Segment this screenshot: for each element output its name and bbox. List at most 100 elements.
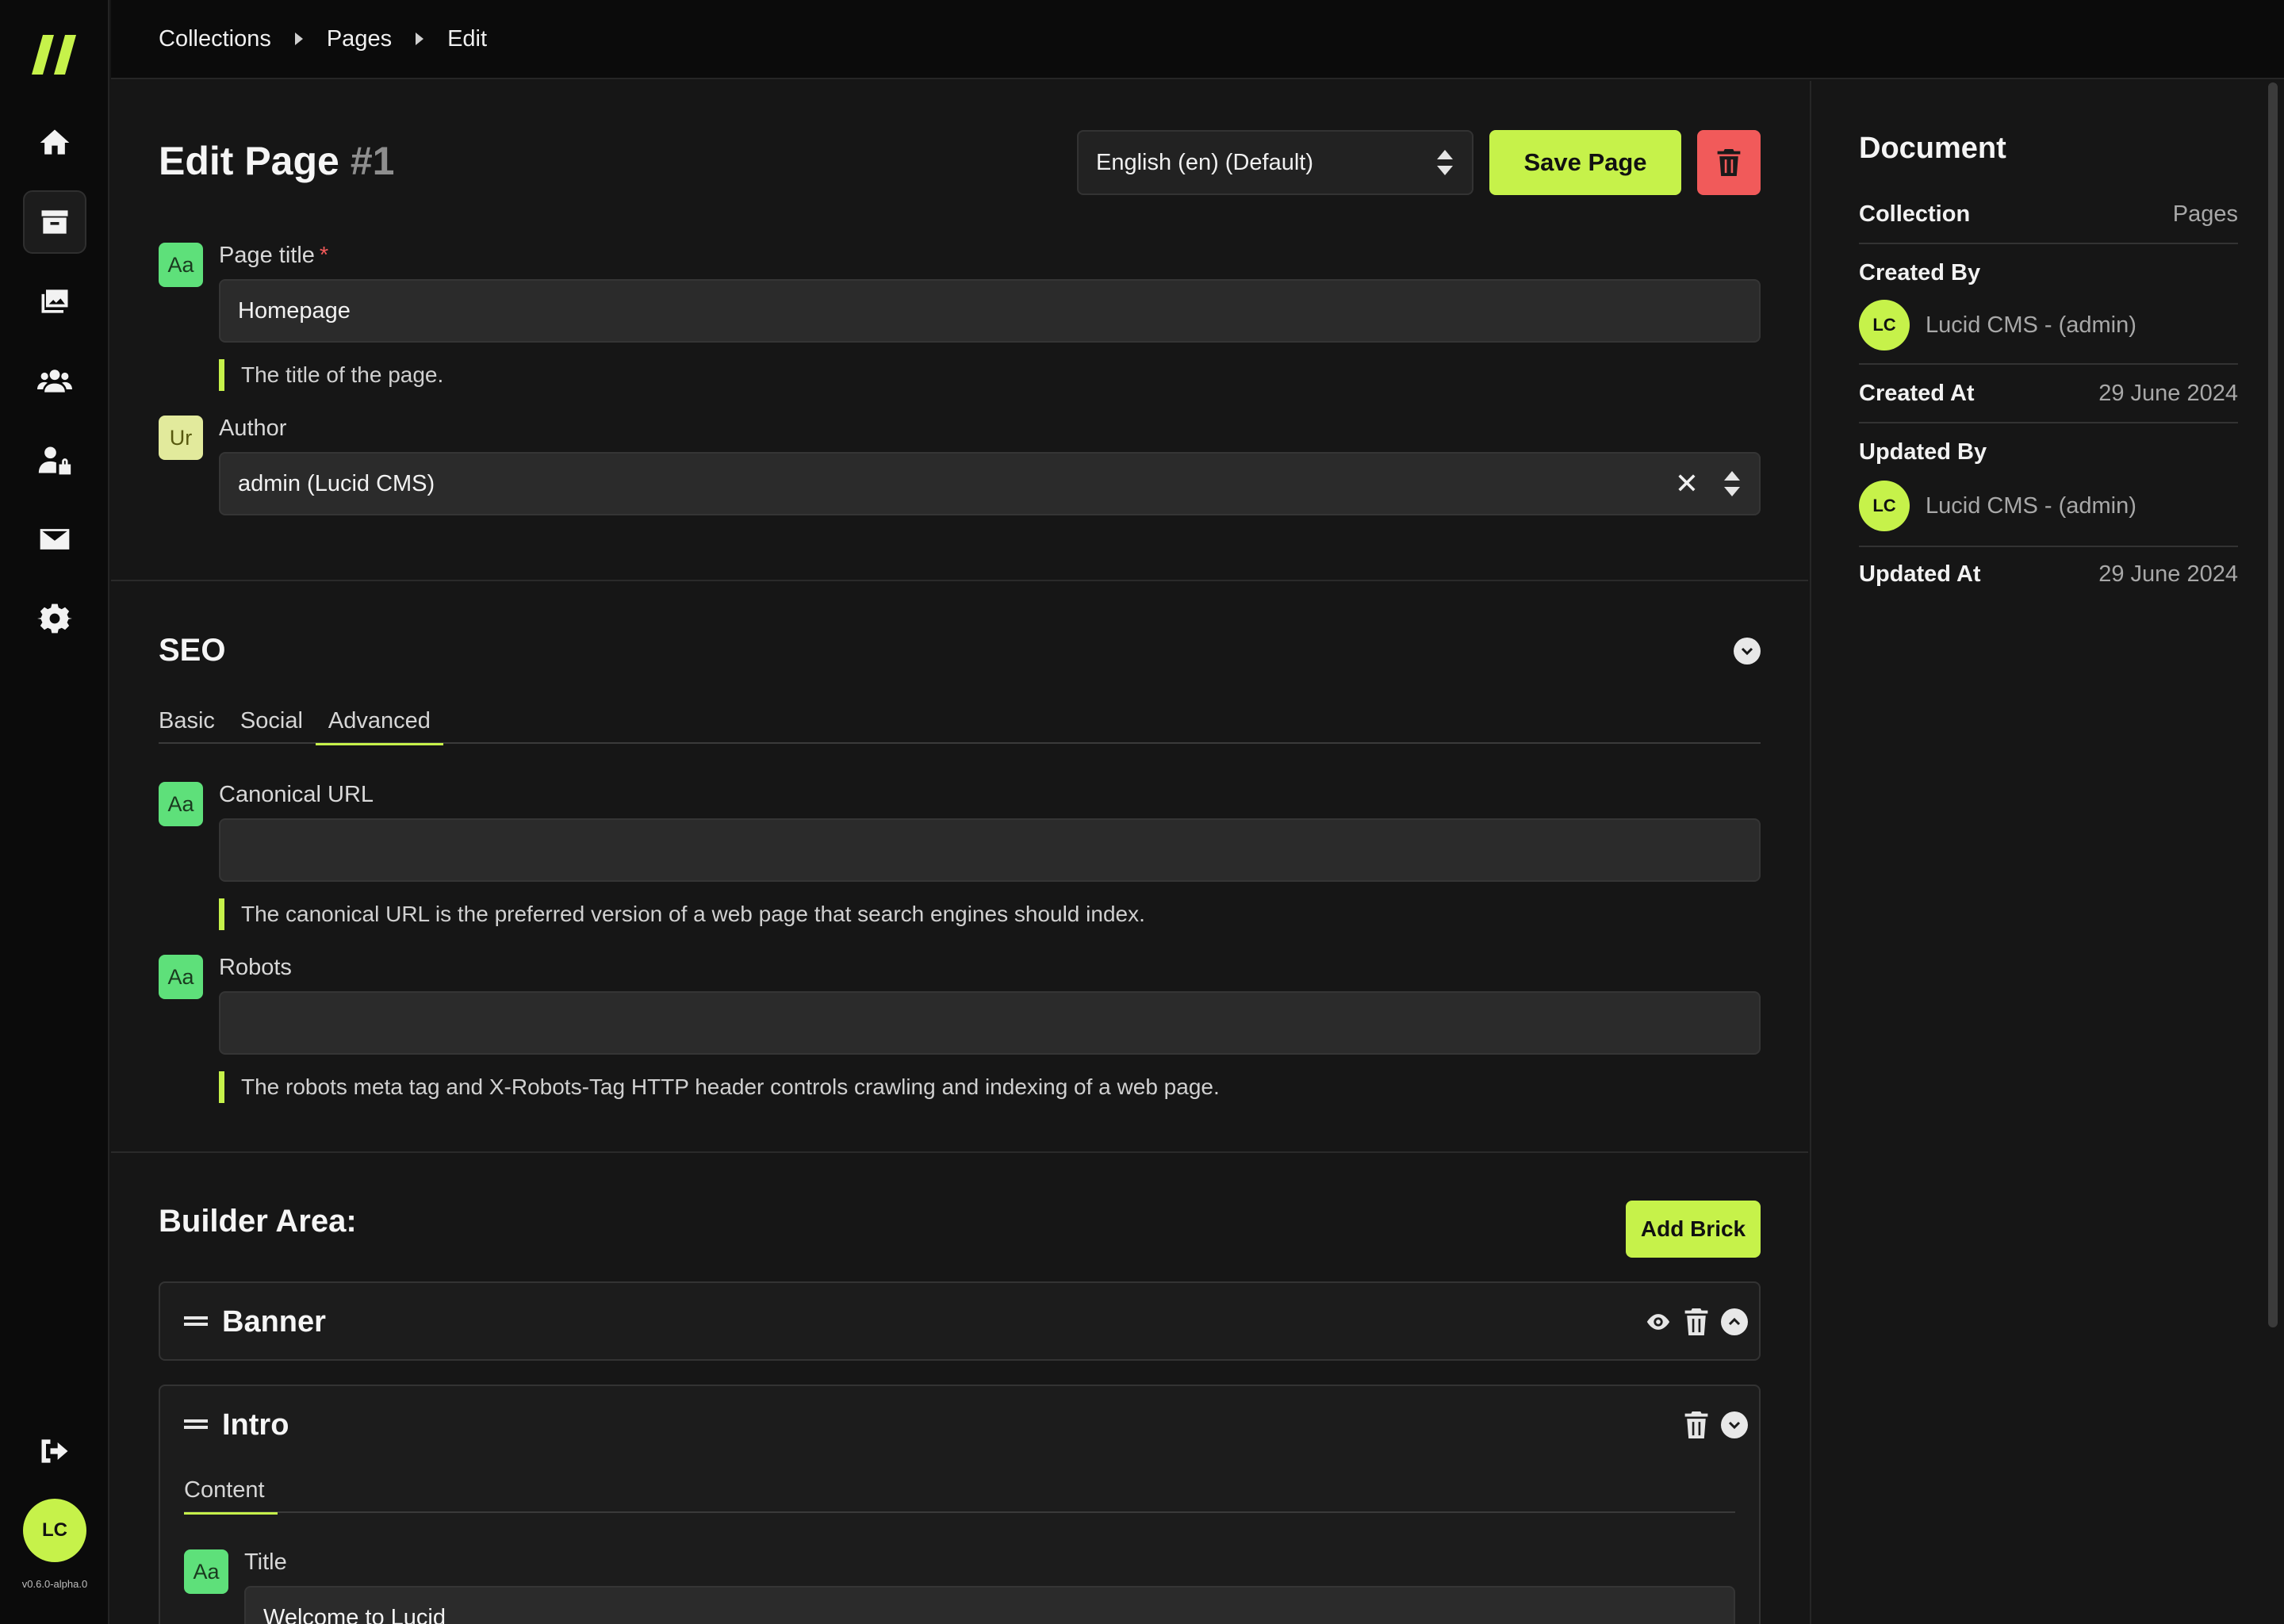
page-title-input[interactable]: Homepage xyxy=(219,279,1761,343)
brick-title-label: Title xyxy=(244,1549,287,1575)
tab-basic[interactable]: Basic xyxy=(159,698,228,744)
section-divider xyxy=(111,580,1808,581)
nav-users[interactable] xyxy=(23,349,86,412)
sidebar: LC v0.6.0-alpha.0 xyxy=(0,0,109,1624)
caret-right-icon xyxy=(294,33,303,45)
meta-updated-by: Updated By LC Lucid CMS - (admin) xyxy=(1859,433,2238,547)
meta-user-name: Lucid CMS - (admin) xyxy=(1926,312,2136,338)
nav-collections[interactable] xyxy=(23,190,86,254)
meta-value: Pages xyxy=(2172,201,2238,227)
page-title-label-text: Page title xyxy=(219,243,315,268)
media-icon xyxy=(41,289,68,313)
required-marker: * xyxy=(319,243,329,268)
meta-created-by: Created By LC Lucid CMS - (admin) xyxy=(1859,254,2238,365)
text-field-badge: Aa xyxy=(159,782,203,826)
brick-title-input[interactable]: Welcome to Lucid xyxy=(244,1586,1735,1624)
breadcrumb: Collections Pages Edit xyxy=(111,0,2284,79)
tab-social[interactable]: Social xyxy=(228,698,316,744)
scrollbar[interactable] xyxy=(2268,82,2278,1327)
breadcrumb-pages[interactable]: Pages xyxy=(327,26,392,52)
delete-page-button[interactable] xyxy=(1697,130,1761,195)
trash-icon xyxy=(1717,149,1741,176)
brick-banner: Banner xyxy=(159,1281,1761,1361)
settings-icon xyxy=(37,603,72,634)
editor-main: Edit Page #1 English (en) (Default) Save … xyxy=(111,81,1808,1624)
document-title: Document xyxy=(1859,132,2006,165)
meta-user-name: Lucid CMS - (admin) xyxy=(1926,493,2136,519)
brick-tabs: Content xyxy=(184,1467,1735,1515)
meta-key: Updated By xyxy=(1859,439,1987,465)
document-panel: Document Collection Pages Created By LC … xyxy=(1810,81,2284,1624)
trash-icon[interactable] xyxy=(1683,1308,1710,1335)
text-field-badge: Aa xyxy=(159,955,203,999)
tab-advanced[interactable]: Advanced xyxy=(315,698,443,745)
avatar: LC xyxy=(1859,300,1910,350)
avatar: LC xyxy=(1859,481,1910,531)
section-divider xyxy=(111,1151,1808,1153)
author-label: Author xyxy=(219,416,287,441)
nav-settings[interactable] xyxy=(23,587,86,650)
page-id: #1 xyxy=(350,139,395,183)
drag-handle-icon[interactable] xyxy=(184,1419,208,1429)
add-brick-button[interactable]: Add Brick xyxy=(1626,1201,1761,1258)
save-page-button[interactable]: Save Page xyxy=(1489,130,1681,195)
text-field-badge: Aa xyxy=(159,243,203,287)
nav-email[interactable] xyxy=(23,508,86,571)
text-field-badge: Aa xyxy=(184,1549,228,1594)
roles-icon xyxy=(38,446,71,475)
sort-updown-icon xyxy=(1724,471,1740,496)
canonical-url-label: Canonical URL xyxy=(219,782,374,807)
chevron-down-icon[interactable] xyxy=(1721,1411,1748,1438)
language-select-value: English (en) (Default) xyxy=(1096,149,1313,175)
meta-updated-at: Updated At 29 June 2024 xyxy=(1859,555,2238,604)
page-title: Edit Page #1 xyxy=(159,138,394,184)
drag-handle-icon[interactable] xyxy=(184,1316,208,1326)
author-select-value: admin (Lucid CMS) xyxy=(238,470,435,496)
breadcrumb-collections[interactable]: Collections xyxy=(159,26,271,52)
meta-value: 29 June 2024 xyxy=(2098,381,2238,406)
meta-created-at: Created At 29 June 2024 xyxy=(1859,374,2238,423)
chevron-down-icon xyxy=(1741,647,1753,656)
user-field-badge: Ur xyxy=(159,416,203,460)
brick-name: Intro xyxy=(222,1408,289,1442)
breadcrumb-edit: Edit xyxy=(447,25,488,52)
robots-label: Robots xyxy=(219,955,292,980)
page-title-label: Page title * xyxy=(219,243,328,269)
caret-right-icon xyxy=(416,33,424,45)
seo-tabs: Basic Social Advanced xyxy=(159,698,1761,745)
canonical-url-help: The canonical URL is the preferred versi… xyxy=(219,898,1145,930)
logout-button[interactable] xyxy=(23,1419,86,1483)
user-avatar[interactable]: LC xyxy=(23,1499,86,1562)
robots-input[interactable] xyxy=(219,991,1761,1055)
meta-value: 29 June 2024 xyxy=(2098,561,2238,587)
tab-content[interactable]: Content xyxy=(184,1467,278,1515)
seo-collapse-toggle[interactable] xyxy=(1734,638,1761,665)
page-title-text: Edit Page xyxy=(159,139,339,183)
meta-collection: Collection Pages xyxy=(1859,195,2238,244)
nav-roles[interactable] xyxy=(23,428,86,492)
author-select[interactable]: admin (Lucid CMS) ✕ xyxy=(219,452,1761,515)
collections-icon xyxy=(41,210,68,234)
nav-home[interactable] xyxy=(23,111,86,174)
meta-key: Created At xyxy=(1859,381,1975,406)
trash-icon[interactable] xyxy=(1683,1411,1710,1438)
language-select[interactable]: English (en) (Default) xyxy=(1077,130,1473,195)
home-icon xyxy=(40,129,70,155)
eye-icon[interactable] xyxy=(1645,1308,1672,1335)
logo-icon[interactable] xyxy=(32,35,76,75)
builder-title: Builder Area: xyxy=(159,1204,357,1239)
brick-name: Banner xyxy=(222,1305,326,1339)
page-title-help: The title of the page. xyxy=(219,359,443,391)
clear-icon[interactable]: ✕ xyxy=(1675,467,1699,500)
logout-icon xyxy=(41,1439,68,1463)
nav-media[interactable] xyxy=(23,270,86,333)
canonical-url-input[interactable] xyxy=(219,818,1761,882)
email-icon xyxy=(40,529,70,550)
users-icon xyxy=(37,370,72,393)
sort-updown-icon xyxy=(1437,150,1453,175)
meta-key: Updated At xyxy=(1859,561,1981,587)
seo-title: SEO xyxy=(159,633,226,668)
chevron-up-icon[interactable] xyxy=(1721,1308,1748,1335)
brick-intro: Intro Content Aa Title Welcome to Lucid xyxy=(159,1385,1761,1624)
meta-key: Created By xyxy=(1859,260,1981,285)
